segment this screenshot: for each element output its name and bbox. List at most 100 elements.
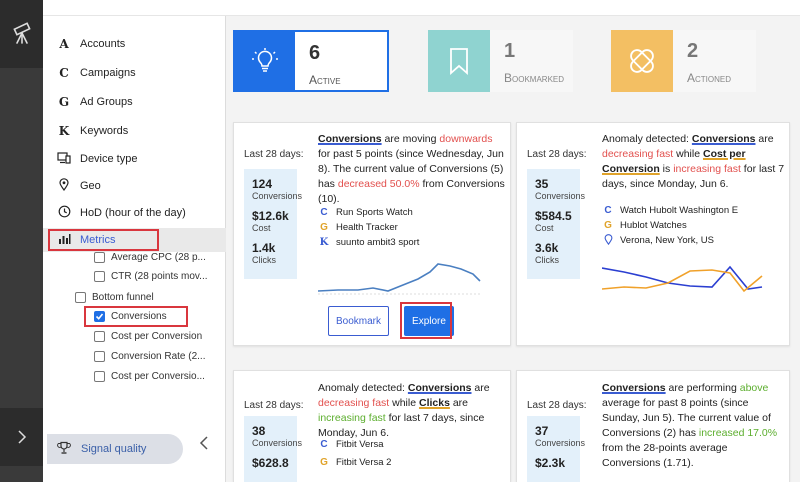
ad-group-icon: G: [320, 222, 328, 233]
source-list: C Watch Hubolt Washington E G Hublot Watch…: [602, 203, 738, 248]
source-item[interactable]: Verona, New York, US: [602, 233, 738, 248]
checkbox-cost-per-conversion[interactable]: Cost per Conversion: [94, 327, 202, 345]
ad-group-icon: G: [604, 220, 612, 231]
trend-text: decreasing fast: [602, 148, 674, 160]
trend-text: increasing fast: [673, 163, 741, 175]
lightbulb-icon: [235, 32, 295, 90]
sidebar-item-label: Device type: [80, 153, 138, 165]
sidebar-item-ad-groups[interactable]: G Ad Groups: [43, 89, 226, 115]
change-text: decreased 50.0%: [337, 178, 420, 190]
desc-text: while: [673, 148, 703, 160]
source-label: Run Sports Watch: [336, 207, 413, 218]
collapse-sidebar-button[interactable]: [189, 428, 219, 458]
sidebar-item-label: Ad Groups: [80, 96, 133, 108]
keyword-icon: K: [319, 237, 329, 248]
device-icon: [56, 151, 72, 167]
conversions-highlight-box: [84, 306, 188, 327]
expand-rail-button[interactable]: [0, 408, 43, 466]
desc-text: are: [449, 397, 469, 409]
metric-value: 124: [252, 177, 273, 191]
last-period-label: Last 28 days:: [244, 149, 304, 160]
desc-text: Anomaly detected:: [602, 133, 692, 145]
desc-text: Anomaly detected:: [318, 382, 408, 394]
sidebar-item-hod[interactable]: HoD (hour of the day): [43, 200, 226, 226]
change-text: increased 17.0%: [698, 427, 778, 439]
sidebar-item-device-type[interactable]: Device type: [43, 146, 226, 172]
source-item[interactable]: C Fitbit Versa: [318, 437, 391, 452]
metric-value: 37: [535, 424, 549, 438]
metric-keyword[interactable]: Conversions: [602, 382, 666, 394]
checkbox-label: Bottom funnel: [92, 291, 154, 303]
source-item[interactable]: Ksuunto ambit3 sport: [318, 235, 420, 250]
checkbox-average-cpc[interactable]: Average CPC (28 p...: [94, 248, 206, 266]
checkbox-bottom-funnel[interactable]: Bottom funnel: [75, 288, 154, 306]
stat-text: 2 Actioned: [673, 30, 731, 92]
metric-keyword[interactable]: Clicks: [419, 397, 450, 409]
insight-description: Anomaly detected: Conversions are decrea…: [602, 132, 786, 192]
metric-keyword[interactable]: Conversions: [692, 133, 756, 145]
comparison-chart: [602, 265, 763, 293]
source-label: Fitbit Versa 2: [336, 457, 392, 468]
keywords-icon: K: [58, 124, 70, 138]
checkbox-cost-per-conversion-2[interactable]: Cost per Conversio...: [94, 367, 205, 385]
stat-value: 2: [687, 40, 699, 62]
checkbox-conversion-rate[interactable]: Conversion Rate (2...: [94, 347, 206, 365]
desc-text: while: [389, 397, 419, 409]
sidebar-item-keywords[interactable]: K Keywords: [43, 118, 226, 144]
telescope-logo-icon[interactable]: [0, 0, 43, 68]
source-item[interactable]: G Fitbit Versa 2: [318, 455, 391, 470]
sidebar-item-accounts[interactable]: A Accounts: [43, 31, 226, 57]
app-rail: [0, 0, 43, 482]
desc-text: are moving: [381, 133, 440, 145]
stat-active[interactable]: 6 Active: [233, 30, 389, 92]
source-label: suunto ambit3 sport: [336, 237, 420, 248]
trend-text: above: [739, 382, 769, 394]
signal-quality-label: Signal quality: [81, 443, 147, 455]
metric-keyword[interactable]: Conversions: [318, 133, 382, 145]
campaign-icon: C: [320, 207, 328, 218]
stat-label: Actioned: [687, 71, 732, 85]
sidebar-item-geo[interactable]: Geo: [43, 173, 226, 199]
checkbox-icon: [94, 330, 105, 342]
checkbox-label: Cost per Conversion: [111, 330, 203, 342]
source-list: C Run Sports Watch G Health Tracker Ksuunt…: [318, 205, 420, 250]
last-period-label: Last 28 days:: [527, 149, 587, 160]
source-item[interactable]: C Run Sports Watch: [318, 205, 419, 220]
metric-value: 3.6k: [535, 241, 559, 255]
metric-value: 1.4k: [252, 241, 276, 255]
trend-text: downwards: [439, 133, 493, 145]
metric-label: Conversions: [535, 191, 586, 201]
stat-bookmarked[interactable]: 1 Bookmarked: [428, 30, 573, 92]
sidebar-item-label: Keywords: [80, 125, 129, 137]
insight-card: Last 28 days: 35 Conversions $584.5 Cost…: [516, 122, 790, 346]
metrics-panel: 35 Conversions $584.5 Cost 3.6k Clicks: [527, 169, 586, 279]
stat-text: 6 Active: [295, 32, 341, 90]
source-item[interactable]: G Health Tracker: [318, 220, 419, 235]
sidebar-item-label: Accounts: [80, 38, 126, 50]
metrics-panel: 37 Conversions $2.3k: [527, 416, 586, 482]
metric-value: $12.6k: [252, 209, 289, 223]
metric-value: 38: [252, 424, 266, 438]
metric-keyword[interactable]: Conversions: [408, 382, 472, 394]
bookmark-button[interactable]: Bookmark: [328, 306, 389, 336]
sidebar-item-campaigns[interactable]: C Campaigns: [43, 60, 226, 86]
metric-label: Conversions: [535, 438, 586, 448]
insight-card: Last 28 days: 124 Conversions $12.6k Cos…: [233, 122, 511, 346]
bookmark-icon: [428, 30, 490, 92]
insight-card: Last 28 days: 38 Conversions $628.8 Anom…: [233, 370, 511, 482]
sidebar-item-label: Geo: [80, 180, 101, 192]
source-item[interactable]: C Watch Hubolt Washington E: [602, 203, 738, 218]
stat-actioned[interactable]: 2 Actioned: [611, 30, 756, 92]
checkbox-label: CTR (28 points mov...: [111, 270, 208, 282]
stat-value: 6: [309, 42, 321, 64]
checkbox-ctr[interactable]: CTR (28 points mov...: [94, 267, 208, 285]
metrics-panel: 38 Conversions $628.8: [244, 416, 302, 482]
metric-label: Clicks: [252, 255, 276, 265]
desc-text: from the 28-points average Conversions (…: [602, 442, 728, 469]
metric-value: $2.3k: [535, 456, 566, 470]
checkbox-label: Conversion Rate (2...: [111, 350, 206, 362]
checkbox-icon: [94, 370, 105, 382]
metric-value: 35: [535, 177, 549, 191]
source-item[interactable]: G Hublot Watches: [602, 218, 738, 233]
metric-label: Conversions: [252, 191, 303, 201]
